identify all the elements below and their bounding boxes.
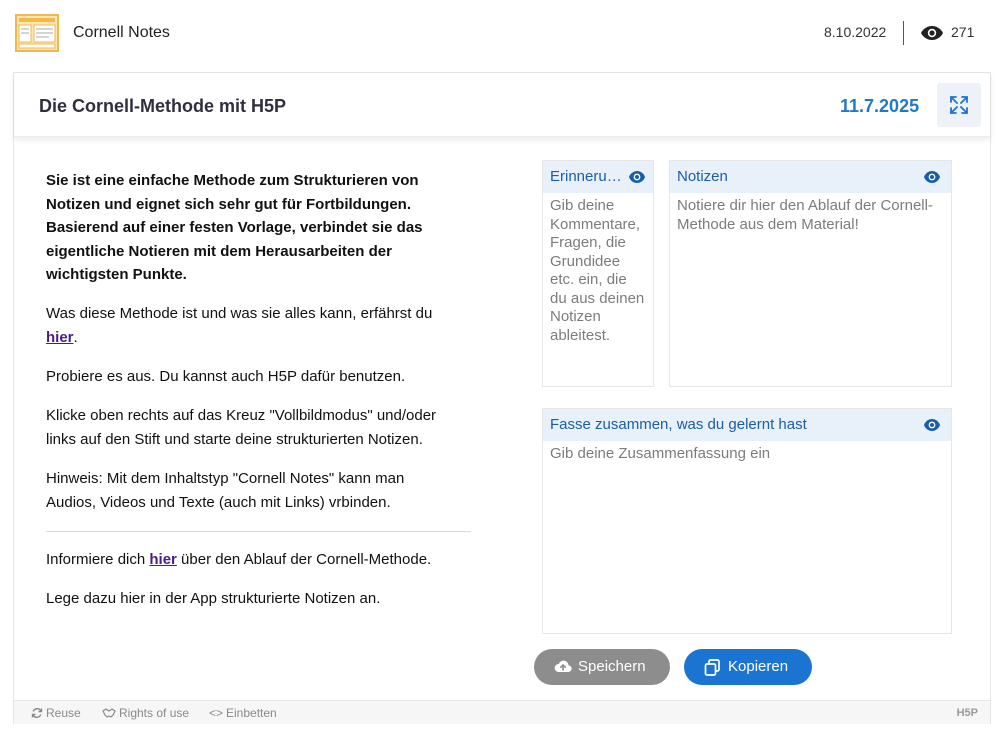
content-date: 11.7.2025 bbox=[840, 96, 920, 116]
recall-panel-label: Erinneru… bbox=[550, 168, 622, 185]
content-title-bar: Die Cornell-Methode mit H5P 11.7.2025 bbox=[14, 73, 990, 137]
procedure-link[interactable]: hier bbox=[149, 551, 177, 568]
reuse-button[interactable]: Reuse bbox=[31, 706, 81, 720]
eye-icon[interactable] bbox=[923, 418, 941, 432]
method-info-link[interactable]: hier bbox=[46, 329, 74, 346]
paragraph-try: Probiere es aus. Du kannst auch H5P dafü… bbox=[46, 367, 406, 385]
copy-button[interactable]: Kopieren bbox=[684, 649, 812, 685]
notes-panel-label: Notizen bbox=[677, 168, 728, 185]
notes-input[interactable]: Notiere dir hier den Ablauf der Cornell-… bbox=[677, 197, 945, 234]
instruction-text: Sie ist eine einfache Methode zum Strukt… bbox=[46, 169, 471, 626]
copy-button-label: Kopieren bbox=[728, 658, 789, 675]
eye-icon[interactable] bbox=[628, 170, 646, 184]
embed-label: Einbetten bbox=[226, 706, 277, 720]
content-frame: Die Cornell-Methode mit H5P 11.7.2025 Si… bbox=[13, 72, 991, 724]
text-divider bbox=[46, 530, 471, 532]
intro-paragraph: Sie ist eine einfache Methode zum Strukt… bbox=[46, 172, 423, 284]
rights-of-use-label: Rights of use bbox=[119, 706, 190, 720]
recall-panel: Erinneru… Gib deine Kommentare, Fragen, … bbox=[542, 160, 654, 387]
eye-icon bbox=[921, 26, 943, 40]
paragraph-text: Informiere dich bbox=[46, 550, 150, 568]
paragraph-method-info: Was diese Methode ist und was sie alles … bbox=[46, 302, 456, 350]
recall-panel-header: Erinneru… bbox=[543, 161, 653, 193]
paragraph-fullscreen-hint: Klicke oben rechts auf das Kreuz "Vollbi… bbox=[46, 406, 437, 448]
paragraph-note: Hinweis: Mit dem Inhaltstyp "Cornell Not… bbox=[46, 469, 405, 511]
fullscreen-button[interactable] bbox=[937, 83, 981, 127]
eye-icon[interactable] bbox=[923, 170, 941, 184]
summary-input[interactable]: Gib deine Zusammenfassung ein bbox=[550, 445, 945, 464]
save-button[interactable]: Speichern bbox=[534, 649, 670, 685]
paragraph-text: über den Ablauf der Cornell-Methode. bbox=[176, 550, 432, 568]
cloud-upload-icon bbox=[554, 660, 572, 673]
notes-panel-header: Notizen bbox=[670, 161, 951, 193]
summary-panel-header: Fasse zusammen, was du gelernt hast bbox=[543, 409, 951, 441]
cornell-notes-logo-icon bbox=[15, 14, 59, 52]
paragraph-create-notes: Lege dazu hier in der App strukturierte … bbox=[46, 589, 381, 607]
top-header: Cornell Notes 8.10.2022 271 bbox=[0, 0, 1000, 68]
app-title: Cornell Notes bbox=[73, 24, 170, 41]
recall-input[interactable] bbox=[550, 197, 647, 382]
rights-of-use-button[interactable]: Rights of use bbox=[102, 706, 189, 720]
h5p-logo: H5P bbox=[956, 707, 978, 719]
publish-date: 8.10.2022 bbox=[824, 24, 887, 40]
code-icon: <> bbox=[209, 706, 224, 720]
h5p-footer: Reuse Rights of use <> Einbetten H5P bbox=[14, 700, 990, 724]
save-button-label: Speichern bbox=[578, 658, 646, 675]
meta-divider bbox=[903, 21, 904, 45]
paragraph-text: . bbox=[73, 328, 78, 346]
fullscreen-icon bbox=[950, 96, 968, 114]
summary-panel-label: Fasse zusammen, was du gelernt hast bbox=[550, 416, 807, 433]
reuse-label: Reuse bbox=[46, 706, 81, 720]
summary-panel: Fasse zusammen, was du gelernt hast Gib … bbox=[542, 408, 952, 634]
handshake-icon bbox=[102, 708, 116, 718]
paragraph-inform: Informiere dich hier über den Ablauf der… bbox=[46, 548, 456, 572]
paragraph-text: Was diese Methode ist und was sie alles … bbox=[46, 304, 433, 322]
copy-icon bbox=[704, 659, 720, 676]
reuse-icon bbox=[31, 708, 43, 718]
embed-button[interactable]: <> Einbetten bbox=[209, 706, 277, 720]
content-title: Die Cornell-Methode mit H5P bbox=[39, 96, 287, 116]
view-count: 271 bbox=[951, 24, 975, 40]
notes-panel: Notizen Notiere dir hier den Ablauf der … bbox=[669, 160, 952, 387]
